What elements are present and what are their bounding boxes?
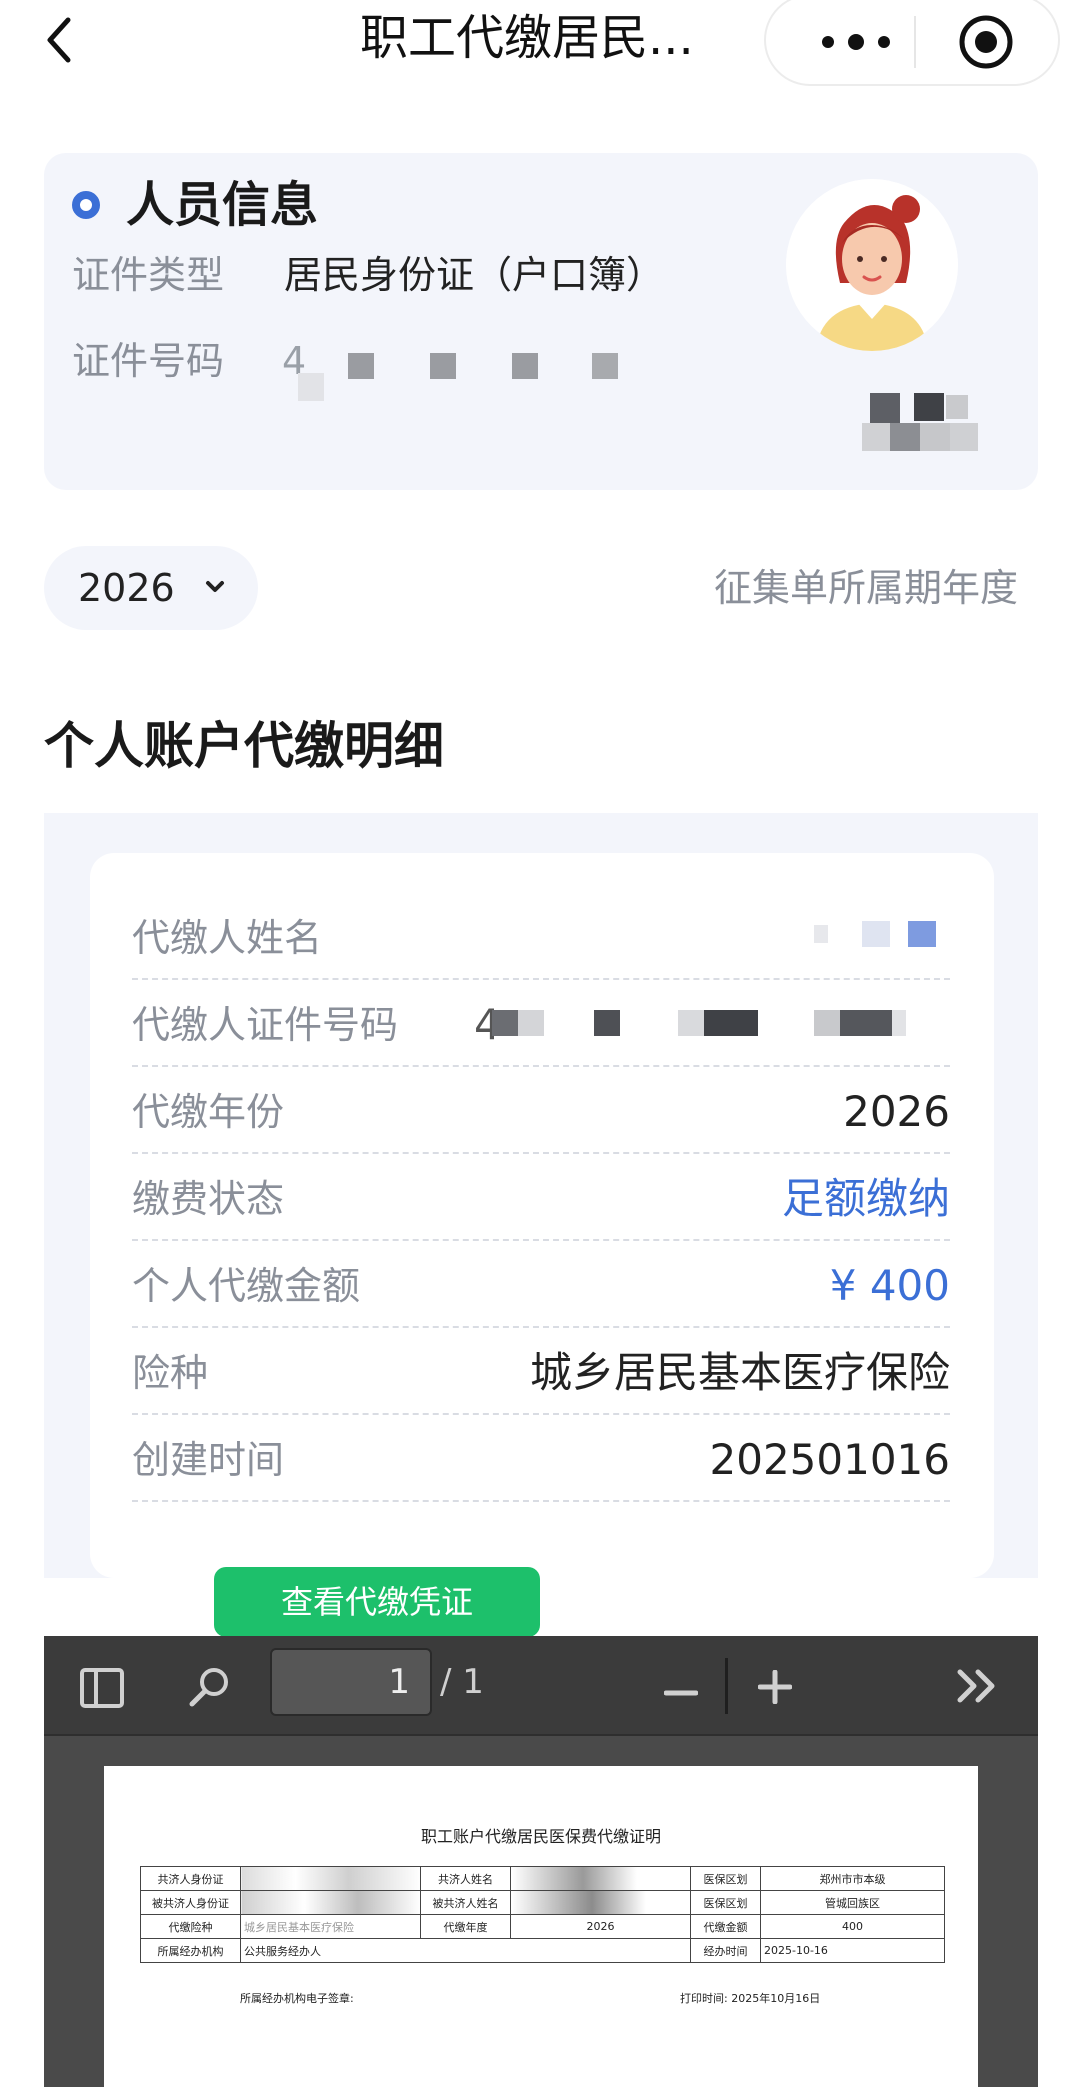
- payer-name-label: 代缴人姓名: [132, 916, 323, 960]
- table-row: 代缴险种 城乡居民基本医疗保险 代缴年度 2026 代缴金额 400: [140, 1914, 945, 1939]
- zoom-divider: [725, 1658, 728, 1714]
- pdf-toolbar: 1 / 1: [44, 1636, 1038, 1736]
- target-icon[interactable]: [956, 12, 1016, 72]
- payer-name-redacted: [812, 919, 952, 949]
- chevron-down-icon: [200, 572, 230, 602]
- zoom-out-icon[interactable]: [663, 1682, 699, 1701]
- detail-card: 代缴人姓名 代缴人证件号码 4 代缴年份 2026 缴费状态 足额缴纳 个人代缴…: [90, 853, 994, 1578]
- table-cell: 城乡居民基本医疗保险: [240, 1914, 421, 1939]
- id-type-value: 居民身份证（户口簿）: [284, 253, 665, 297]
- table-cell: 400: [760, 1914, 945, 1939]
- certificate-table: 共济人身份证 共济人姓名 医保区划 郑州市市本级 被共济人身份证 被共济人姓名 …: [140, 1866, 945, 1963]
- table-cell: 2025-10-16: [760, 1938, 945, 1963]
- double-chevron-right-icon[interactable]: [956, 1668, 1000, 1708]
- pdf-viewer: 1 / 1 职工账户代缴居民医保费代缴证明 共济人身份证 共济人姓名 医保区划 …: [44, 1636, 1038, 2087]
- table-row: 所属经办机构 公共服务经办人 经办时间 2025-10-16: [140, 1938, 945, 1963]
- table-cell: 被共济人身份证: [140, 1890, 241, 1915]
- table-cell: 代缴金额: [690, 1914, 761, 1939]
- page-total: / 1: [440, 1662, 484, 1702]
- created-time-label: 创建时间: [132, 1438, 285, 1482]
- year-dropdown-value: 2026: [78, 566, 175, 610]
- table-cell: 被共济人姓名: [420, 1890, 511, 1915]
- table-cell: 医保区划: [690, 1890, 761, 1915]
- table-cell: 所属经办机构: [140, 1938, 241, 1963]
- amount-value: ¥ 400: [829, 1261, 950, 1310]
- detail-row-payer-id: 代缴人证件号码 4: [132, 980, 950, 1067]
- document-title: 职工账户代缴居民医保费代缴证明: [420, 1827, 661, 1846]
- nav-bar: 职工代缴居民...: [0, 0, 1080, 86]
- detail-row-created: 创建时间 202501016: [132, 1415, 950, 1502]
- payer-id-label: 代缴人证件号码: [132, 1003, 399, 1047]
- table-cell: 医保区划: [690, 1866, 761, 1891]
- detail-row-amount: 个人代缴金额 ¥ 400: [132, 1241, 950, 1328]
- table-cell: 代缴险种: [140, 1914, 241, 1939]
- insurance-value: 城乡居民基本医疗保险: [529, 1348, 950, 1397]
- redacted-cell: [240, 1866, 421, 1891]
- person-info-card: 人员信息 证件类型 居民身份证（户口簿） 证件号码 4: [44, 153, 1038, 490]
- page-title: 职工代缴居民...: [360, 10, 694, 66]
- table-cell: 2026: [510, 1914, 691, 1939]
- detail-row-year: 代缴年份 2026: [132, 1067, 950, 1154]
- id-type-label: 证件类型: [72, 253, 225, 297]
- print-time: 打印时间: 2025年10月16日: [680, 1992, 821, 2005]
- view-voucher-button[interactable]: 查看代缴凭证: [214, 1567, 540, 1637]
- table-cell: 公共服务经办人: [240, 1938, 691, 1963]
- detail-row-payer-name: 代缴人姓名: [132, 893, 950, 980]
- table-cell: 郑州市市本级: [760, 1866, 945, 1891]
- section-title: 个人账户代缴明细: [44, 717, 444, 775]
- redacted-cell: [510, 1866, 691, 1891]
- zoom-in-icon[interactable]: [757, 1669, 793, 1708]
- bullet-dot-icon: [72, 191, 100, 219]
- redacted-cell: [510, 1890, 691, 1915]
- table-cell: 共济人姓名: [420, 1866, 511, 1891]
- payer-id-redacted: [492, 1010, 952, 1040]
- avatar: [786, 179, 958, 351]
- table-cell: 共济人身份证: [140, 1866, 241, 1891]
- pay-status-label: 缴费状态: [132, 1177, 285, 1221]
- more-dots-icon[interactable]: [806, 18, 906, 66]
- person-info-title: 人员信息: [126, 177, 319, 233]
- table-row: 共济人身份证 共济人姓名 医保区划 郑州市市本级: [140, 1866, 945, 1891]
- pay-year-value: 2026: [843, 1087, 950, 1136]
- page-number-input[interactable]: 1: [270, 1648, 432, 1716]
- pay-year-label: 代缴年份: [132, 1090, 285, 1134]
- insurance-label: 险种: [132, 1351, 209, 1395]
- detail-row-status: 缴费状态 足额缴纳: [132, 1154, 950, 1241]
- name-redacted: [862, 393, 978, 453]
- search-icon[interactable]: [188, 1664, 232, 1712]
- capsule-divider: [914, 16, 916, 68]
- signature-label: 所属经办机构电子签章:: [240, 1992, 354, 2005]
- id-number-label: 证件号码: [72, 339, 225, 383]
- table-cell: 经办时间: [690, 1938, 761, 1963]
- redacted-cell: [240, 1890, 421, 1915]
- created-time-value: 202501016: [709, 1435, 951, 1484]
- year-hint-text: 征集单所属期年度: [713, 566, 1018, 610]
- back-chevron-icon[interactable]: [40, 10, 80, 70]
- pdf-page: 职工账户代缴居民医保费代缴证明 共济人身份证 共济人姓名 医保区划 郑州市市本级…: [104, 1766, 978, 2087]
- id-number-redacted: [296, 353, 676, 413]
- pay-status-value: 足额缴纳: [781, 1174, 950, 1223]
- table-cell: 管城回族区: [760, 1890, 945, 1915]
- table-row: 被共济人身份证 被共济人姓名 医保区划 管城回族区: [140, 1890, 945, 1915]
- year-dropdown[interactable]: 2026: [44, 546, 258, 630]
- amount-label: 个人代缴金额: [132, 1264, 361, 1308]
- sidebar-toggle-icon[interactable]: [80, 1668, 124, 1712]
- detail-row-insurance: 险种 城乡居民基本医疗保险: [132, 1328, 950, 1415]
- table-cell: 代缴年度: [420, 1914, 511, 1939]
- mini-program-capsule: [764, 0, 1060, 86]
